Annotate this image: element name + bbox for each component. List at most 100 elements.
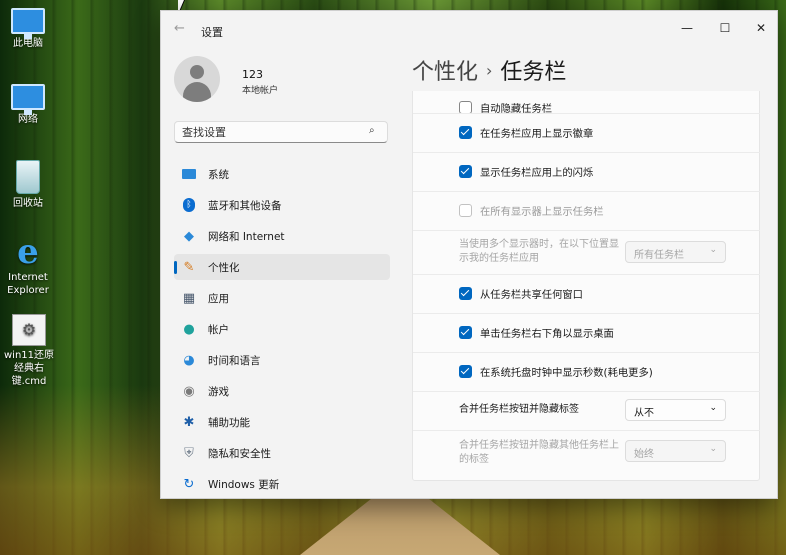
setting-label: 合并任务栏按钮并隐藏其他任务栏上的标签 bbox=[459, 440, 619, 465]
setting-label: 显示任务栏应用上的闪烁 bbox=[480, 167, 594, 179]
sidebar-item-accessibility[interactable]: ✱ 辅助功能 bbox=[174, 409, 390, 435]
checkbox[interactable] bbox=[459, 100, 472, 114]
apps-icon: ▦ bbox=[182, 290, 196, 306]
chevron-down-icon: ⌄ bbox=[709, 245, 717, 255]
sidebar-item-accounts[interactable]: ● 帐户 bbox=[174, 316, 390, 342]
user-profile[interactable]: 123 本地帐户 bbox=[174, 56, 278, 102]
desktop-icon-label: win11还原经典右键.cmd bbox=[3, 350, 55, 387]
setting-combine-buttons-other: 合并任务栏按钮并隐藏其他任务栏上的标签 始终 ⌄ bbox=[413, 430, 760, 480]
dropdown-value: 从不 bbox=[634, 408, 654, 419]
sidebar-item-label: Windows 更新 bbox=[208, 478, 280, 491]
multi-display-dropdown: 所有任务栏 ⌄ bbox=[625, 241, 726, 263]
person-icon: ● bbox=[183, 321, 195, 337]
settings-window: ← 设置 — ☐ ✕ 123 本地帐户 ⌕ 系统 ᛒ 蓝牙和其他设备 ◆ 网络和… bbox=[160, 10, 778, 499]
avatar bbox=[174, 56, 220, 102]
network-icon bbox=[11, 84, 45, 115]
back-button[interactable]: ← bbox=[174, 21, 185, 36]
setting-multi-display-apps: 当使用多个显示器时，在以下位置显示我的任务栏应用 所有任务栏 ⌄ bbox=[413, 230, 760, 274]
globe-clock-icon: ◕ bbox=[183, 352, 195, 368]
sidebar-item-label: 蓝牙和其他设备 bbox=[208, 199, 282, 212]
setting-label: 在所有显示器上显示任务栏 bbox=[480, 206, 604, 218]
search-input[interactable] bbox=[174, 121, 388, 143]
chevron-down-icon: ⌄ bbox=[709, 403, 717, 413]
setting-share-any-window[interactable]: 从任务栏共享任何窗口 bbox=[413, 274, 760, 312]
recycle-bin-icon bbox=[16, 160, 40, 194]
dropdown-value: 始终 bbox=[634, 449, 654, 460]
minimize-button[interactable]: — bbox=[669, 17, 705, 39]
accessibility-icon: ✱ bbox=[183, 414, 195, 430]
sidebar-item-bluetooth[interactable]: ᛒ 蓝牙和其他设备 bbox=[174, 192, 390, 218]
setting-show-badges[interactable]: 在任务栏应用上显示徽章 bbox=[413, 113, 760, 151]
breadcrumb: 个性化 › 任务栏 bbox=[412, 54, 566, 86]
chevron-down-icon: ⌄ bbox=[709, 444, 717, 454]
sidebar-nav: 系统 ᛒ 蓝牙和其他设备 ◆ 网络和 Internet ✎ 个性化 ▦ 应用 ●… bbox=[174, 161, 390, 498]
brush-icon: ✎ bbox=[183, 259, 195, 275]
chevron-right-icon: › bbox=[486, 61, 493, 80]
maximize-button[interactable]: ☐ bbox=[707, 17, 743, 39]
monitor-icon bbox=[181, 167, 197, 181]
this-pc-icon bbox=[11, 8, 45, 39]
sidebar-item-apps[interactable]: ▦ 应用 bbox=[174, 285, 390, 311]
update-icon: ↻ bbox=[183, 476, 195, 492]
setting-label: 在系统托盘时钟中显示秒数(耗电更多) bbox=[480, 367, 653, 379]
checkbox[interactable] bbox=[459, 365, 472, 378]
setting-show-on-all-displays: 在所有显示器上显示任务栏 bbox=[413, 191, 760, 229]
cmd-gear-icon: ⚙ bbox=[12, 314, 46, 346]
combine-buttons-other-dropdown: 始终 ⌄ bbox=[625, 440, 726, 462]
sidebar-item-label: 网络和 Internet bbox=[208, 230, 285, 243]
setting-click-corner-show-desktop[interactable]: 单击任务栏右下角以显示桌面 bbox=[413, 313, 760, 351]
checkbox[interactable] bbox=[459, 165, 472, 178]
search-icon[interactable]: ⌕ bbox=[369, 125, 375, 136]
setting-label: 单击任务栏右下角以显示桌面 bbox=[480, 328, 614, 340]
checkbox[interactable] bbox=[459, 126, 472, 139]
sidebar-item-label: 游戏 bbox=[208, 385, 229, 398]
sidebar-item-label: 应用 bbox=[208, 292, 229, 305]
sidebar-item-gaming[interactable]: ◉ 游戏 bbox=[174, 378, 390, 404]
desktop-icon-label: Internet Explorer bbox=[7, 272, 49, 296]
desktop-icon-recycle-bin[interactable]: 回收站 bbox=[0, 160, 56, 210]
gamepad-icon: ◉ bbox=[183, 383, 195, 399]
title-bar[interactable]: ← 设置 — ☐ ✕ bbox=[161, 11, 777, 47]
user-account-type: 本地帐户 bbox=[242, 86, 279, 96]
breadcrumb-parent[interactable]: 个性化 bbox=[412, 60, 478, 85]
desktop-icon-label: 网络 bbox=[18, 114, 38, 125]
bluetooth-icon: ᛒ bbox=[181, 198, 197, 212]
checkbox[interactable] bbox=[459, 287, 472, 300]
sidebar-item-windows-update[interactable]: ↻ Windows 更新 bbox=[174, 471, 390, 497]
page-title: 任务栏 bbox=[500, 60, 567, 85]
sidebar-item-label: 个性化 bbox=[208, 261, 240, 274]
sidebar-item-privacy-security[interactable]: ⛨ 隐私和安全性 bbox=[174, 440, 390, 466]
desktop-icon-this-pc[interactable]: 此电脑 bbox=[0, 8, 56, 50]
close-button[interactable]: ✕ bbox=[743, 17, 777, 39]
sidebar-item-label: 隐私和安全性 bbox=[208, 447, 271, 460]
dropdown-value: 所有任务栏 bbox=[634, 250, 684, 261]
setting-label: 在任务栏应用上显示徽章 bbox=[480, 128, 594, 140]
checkbox bbox=[459, 204, 472, 217]
sidebar-item-time-language[interactable]: ◕ 时间和语言 bbox=[174, 347, 390, 373]
sidebar-item-network[interactable]: ◆ 网络和 Internet bbox=[174, 223, 390, 249]
setting-show-seconds[interactable]: 在系统托盘时钟中显示秒数(耗电更多) bbox=[413, 352, 760, 390]
app-title: 设置 bbox=[201, 26, 223, 39]
sidebar-item-system[interactable]: 系统 bbox=[174, 161, 390, 187]
taskbar-settings-list: 自动隐藏任务栏 在任务栏应用上显示徽章 显示任务栏应用上的闪烁 在所有显示器上显… bbox=[412, 91, 760, 498]
desktop-icon-internet-explorer[interactable]: e Internet Explorer bbox=[0, 232, 56, 297]
sidebar-item-label: 帐户 bbox=[208, 323, 229, 336]
setting-show-flashing[interactable]: 显示任务栏应用上的闪烁 bbox=[413, 152, 760, 190]
setting-label: 合并任务栏按钮并隐藏标签 bbox=[459, 404, 579, 415]
wifi-icon: ◆ bbox=[184, 228, 194, 244]
desktop-icon-network[interactable]: 网络 bbox=[0, 84, 56, 126]
desktop-icon-label: 此电脑 bbox=[13, 38, 43, 49]
sidebar-item-label: 辅助功能 bbox=[208, 416, 250, 429]
desktop-icon-label: 回收站 bbox=[13, 198, 43, 209]
user-name: 123 bbox=[242, 68, 263, 81]
setting-label: 从任务栏共享任何窗口 bbox=[480, 289, 583, 301]
sidebar-item-label: 系统 bbox=[208, 168, 229, 181]
internet-explorer-icon: e bbox=[17, 232, 39, 272]
sidebar-item-label: 时间和语言 bbox=[208, 354, 261, 367]
setting-combine-buttons: 合并任务栏按钮并隐藏标签 从不 ⌄ bbox=[413, 391, 760, 429]
sidebar-item-personalization[interactable]: ✎ 个性化 bbox=[174, 254, 390, 280]
combine-buttons-dropdown[interactable]: 从不 ⌄ bbox=[625, 399, 726, 421]
setting-label: 当使用多个显示器时，在以下位置显示我的任务栏应用 bbox=[459, 239, 619, 264]
checkbox[interactable] bbox=[459, 326, 472, 339]
desktop-icon-cmd-file[interactable]: ⚙ win11还原经典右键.cmd bbox=[0, 314, 58, 388]
